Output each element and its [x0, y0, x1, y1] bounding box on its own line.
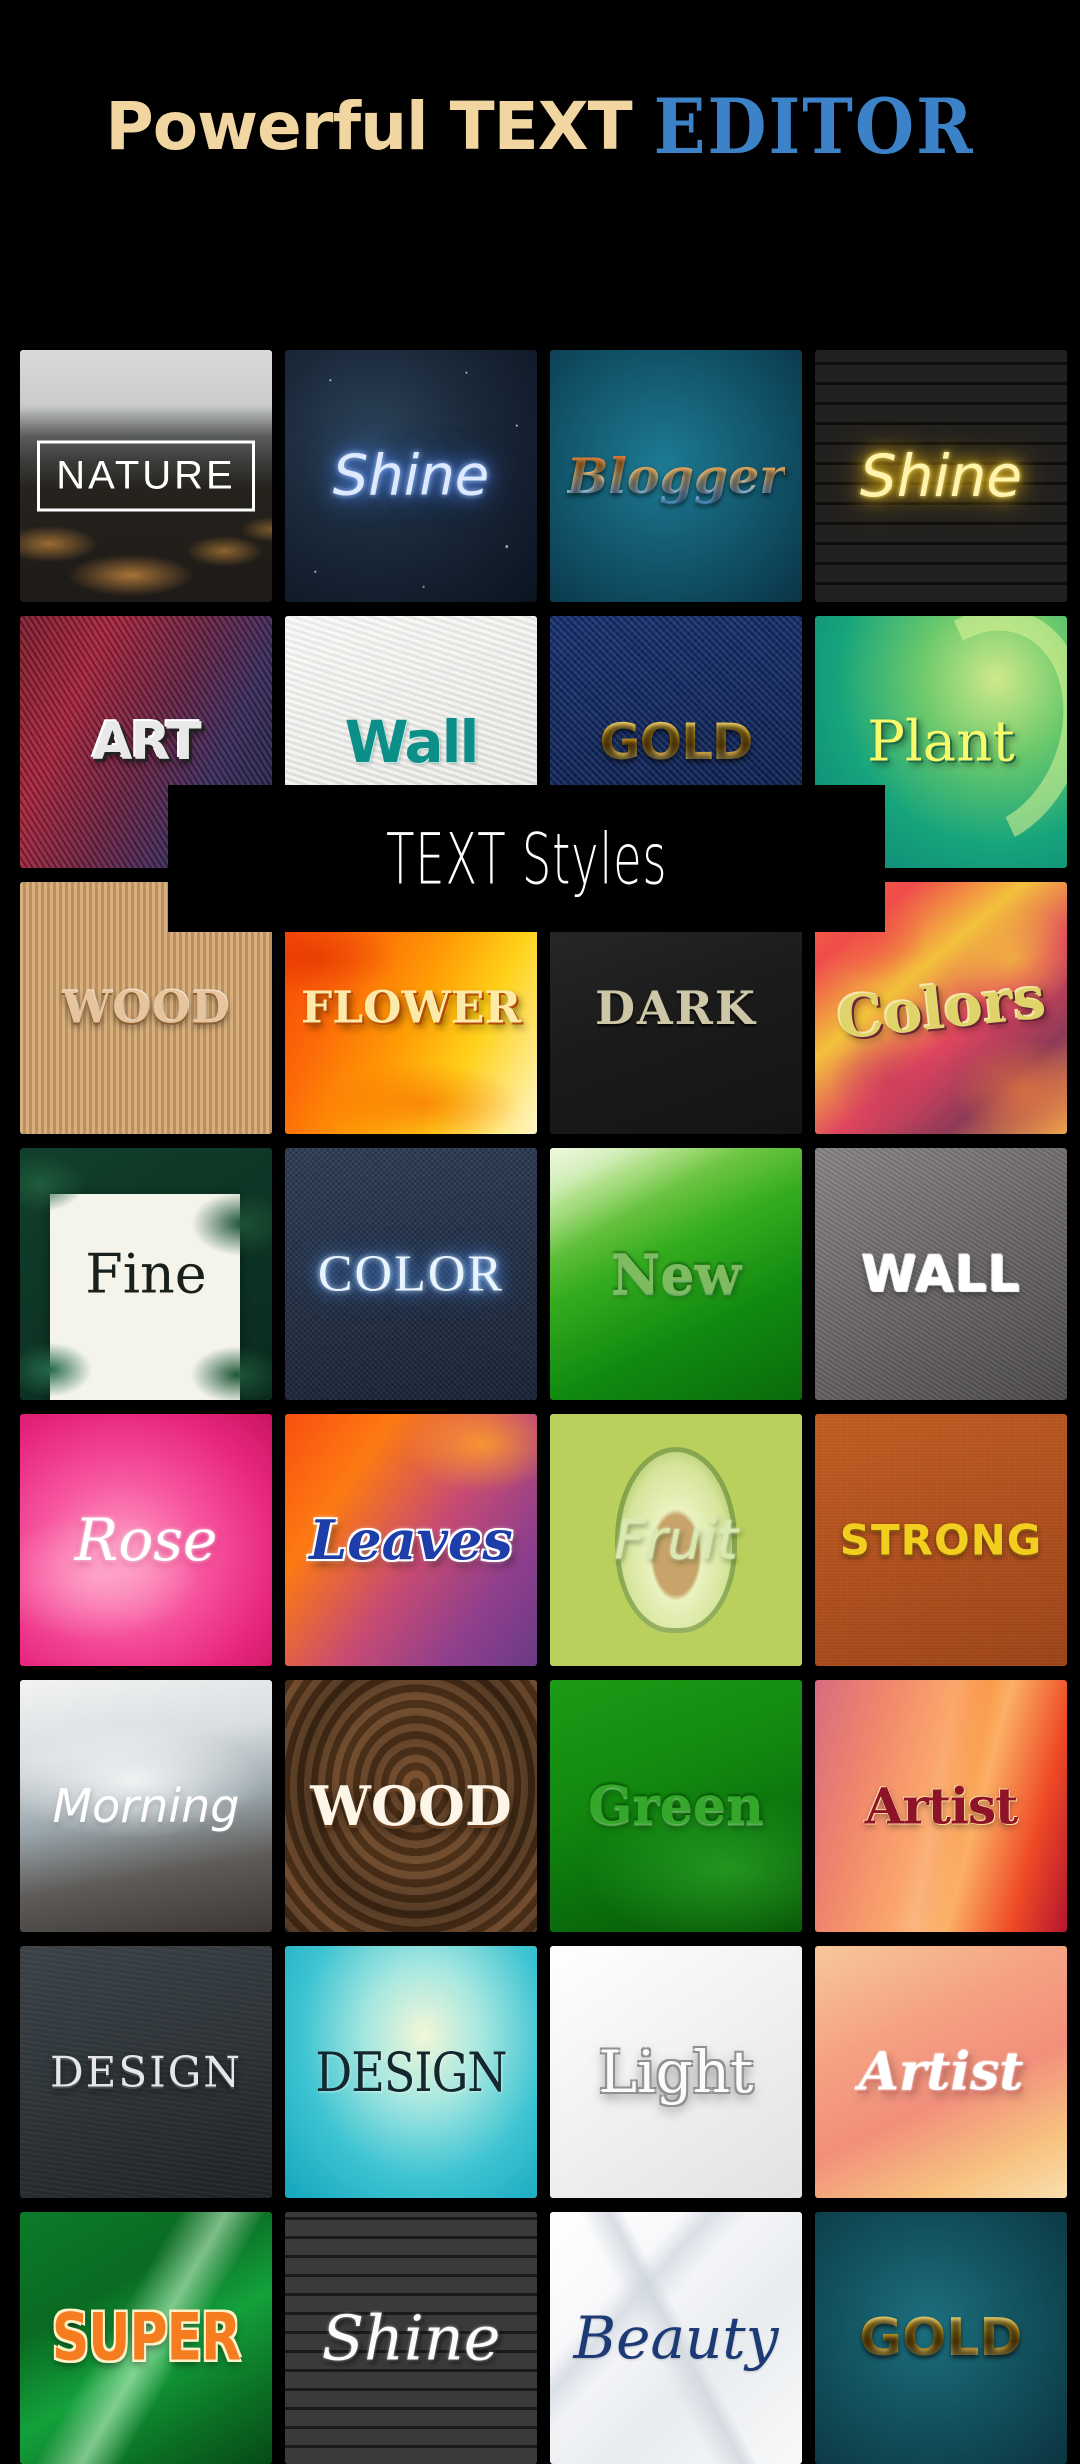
tile-label-text: FLOWER	[300, 982, 522, 1034]
tile-label-text: WALL	[861, 1245, 1021, 1303]
tile-label: SUPER	[20, 2301, 272, 2376]
text-style-tile[interactable]: WALL	[815, 1148, 1067, 1400]
text-style-tile[interactable]: Shine	[285, 2212, 537, 2464]
tile-label-text: Green	[588, 1775, 764, 1837]
tile-label: WALL	[815, 1245, 1067, 1303]
tile-label: Shine	[815, 442, 1067, 510]
tile-label: Light	[550, 2038, 802, 2106]
tile-label-text: WOOD	[61, 982, 231, 1034]
tile-label-text: Wall	[344, 708, 480, 776]
tile-label-text: DARK	[595, 981, 757, 1035]
text-style-tile[interactable]: SUPER	[20, 2212, 272, 2464]
tile-label: WOOD	[285, 1774, 537, 1838]
text-styles-banner-label: TEXT Styles	[385, 817, 668, 900]
tile-label-text: Leaves	[309, 1508, 513, 1572]
tile-label-text: Light	[598, 2038, 754, 2106]
tile-label: Beauty	[550, 2304, 802, 2372]
text-style-tile[interactable]: Shine	[815, 350, 1067, 602]
tile-label-text: Blogger	[566, 447, 786, 505]
text-style-tile[interactable]: New	[550, 1148, 802, 1400]
tile-label: GOLD	[815, 2308, 1067, 2368]
tile-label: NATURE	[20, 440, 272, 512]
tile-label-text: STRONG	[839, 1515, 1043, 1565]
tile-label-text: Artist	[858, 2041, 1024, 2103]
tile-label-text: COLOR	[317, 1245, 505, 1303]
tile-label: GOLD	[550, 713, 802, 771]
tile-label-text: WOOD	[310, 1774, 512, 1838]
tile-label: Morning	[20, 1779, 272, 1833]
tile-label: WOOD	[20, 983, 272, 1034]
text-style-tile[interactable]: Shine	[285, 350, 537, 602]
tile-label-text: Beauty	[573, 2304, 779, 2372]
text-style-tile[interactable]: Light	[550, 1946, 802, 2198]
text-style-grid: NATURE Shine Blogger Shine ART Wall GOLD Plant W…	[20, 350, 1067, 2464]
tile-label: Artist	[815, 2042, 1067, 2103]
page-title-primary: Powerful TEXT	[105, 88, 632, 165]
tile-label-text: Colors	[833, 963, 1049, 1053]
tile-label: Leaves	[285, 1508, 537, 1572]
tile-label: DESIGN	[285, 2040, 537, 2104]
tile-label-text: SUPER	[51, 2300, 241, 2376]
tile-label: COLOR	[285, 1245, 537, 1304]
text-styles-banner: TEXT Styles	[168, 785, 885, 932]
text-style-tile[interactable]: DESIGN	[285, 1946, 537, 2198]
text-style-tile[interactable]: WOOD	[285, 1680, 537, 1932]
tile-label-text: GOLD	[859, 2308, 1023, 2368]
tile-label-text: Morning	[52, 1779, 240, 1833]
tile-label: Shine	[285, 2302, 537, 2375]
tile-label-text: Plant	[867, 709, 1015, 775]
tile-label-text: Shine	[859, 442, 1023, 510]
text-style-tile[interactable]: Artist	[815, 1946, 1067, 2198]
text-style-tile[interactable]: Beauty	[550, 2212, 802, 2464]
tile-label: Plant	[815, 710, 1067, 775]
tile-label: FLOWER	[285, 983, 537, 1034]
text-style-tile[interactable]: Leaves	[285, 1414, 537, 1666]
tile-label: Artist	[815, 1777, 1067, 1836]
text-style-tile[interactable]: Morning	[20, 1680, 272, 1932]
tile-label-text: NATURE	[37, 440, 255, 512]
tile-label: Wall	[285, 708, 537, 776]
text-style-tile[interactable]: Fine	[20, 1148, 272, 1400]
text-style-tile[interactable]: Artist	[815, 1680, 1067, 1932]
tile-label: DESIGN	[20, 2048, 272, 2097]
text-style-tile[interactable]: DESIGN	[20, 1946, 272, 2198]
tile-label-text: ART	[92, 712, 201, 772]
text-style-tile[interactable]: NATURE	[20, 350, 272, 602]
tile-label: ART	[20, 712, 272, 772]
text-style-tile[interactable]: Fruit	[550, 1414, 802, 1666]
tile-label-text: New	[610, 1242, 742, 1306]
text-style-tile[interactable]: GOLD	[815, 2212, 1067, 2464]
text-style-tile[interactable]: Blogger	[550, 350, 802, 602]
text-style-tile[interactable]: COLOR	[285, 1148, 537, 1400]
tile-label-text: Shine	[321, 2301, 501, 2375]
page-title: Powerful TEXT EDITOR	[0, 72, 1080, 182]
tile-label-text: Artist	[864, 1776, 1018, 1836]
tile-label: DARK	[550, 981, 802, 1035]
tile-label-text: DESIGN	[50, 2047, 242, 2097]
tile-background	[20, 1148, 272, 1400]
tile-label-text: Rose	[74, 1506, 218, 1574]
tile-label: Colors	[815, 963, 1067, 1052]
tile-label: Rose	[20, 1506, 272, 1574]
tile-label-text: Shine	[332, 443, 490, 509]
tile-label: STRONG	[815, 1516, 1067, 1565]
page-title-accent: EDITOR	[653, 82, 975, 172]
tile-label-text: Fruit	[614, 1508, 738, 1572]
text-style-tile[interactable]: Rose	[20, 1414, 272, 1666]
tile-label: Fruit	[550, 1509, 802, 1572]
text-style-tile[interactable]: STRONG	[815, 1414, 1067, 1666]
tile-label: Shine	[285, 444, 537, 509]
tile-label: Green	[550, 1776, 802, 1837]
tile-label: Blogger	[550, 447, 802, 505]
text-style-tile[interactable]: Green	[550, 1680, 802, 1932]
tile-label-text: GOLD	[599, 713, 754, 771]
tile-label: New	[550, 1242, 802, 1306]
tile-label-text: DESIGN	[315, 2040, 507, 2104]
